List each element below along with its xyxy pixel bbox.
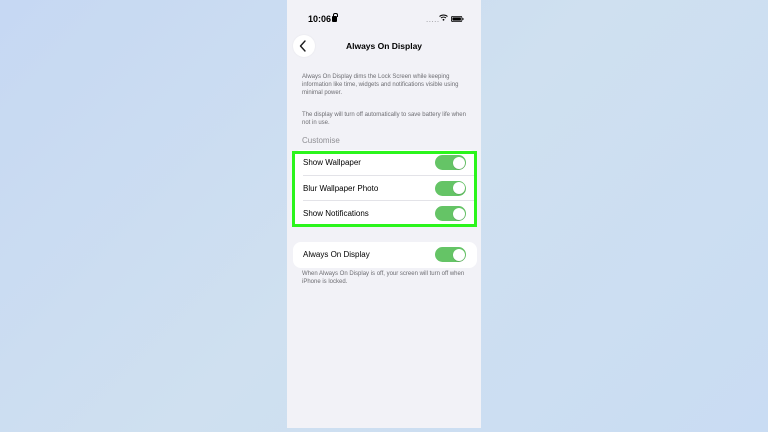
status-time: 10:06 <box>308 14 332 24</box>
setting-row-always-on-display: Always On Display <box>293 242 477 268</box>
description-text: The display will turn off automatically … <box>302 112 466 126</box>
setting-label: Blur Wallpaper Photo <box>303 183 379 193</box>
setting-label: Show Wallpaper <box>303 158 361 167</box>
page-title: Always On Display <box>345 41 423 51</box>
blur-wallpaper-photo-toggle[interactable] <box>435 180 466 196</box>
status-bar: 10:06 ..... <box>287 0 481 30</box>
section-header: Customise <box>302 136 340 145</box>
wifi-icon <box>439 14 448 21</box>
navigation-bar: Always On Display <box>287 33 481 59</box>
setting-label: Always On Display <box>303 250 370 259</box>
show-notifications-toggle[interactable] <box>435 206 466 221</box>
customise-settings-group: Show Wallpaper Blur Wallpaper Photo Show… <box>293 150 477 226</box>
signal-dots: ..... <box>426 15 440 24</box>
show-wallpaper-toggle[interactable] <box>435 155 466 170</box>
toggle-knob <box>452 156 465 169</box>
lock-icon <box>332 13 338 22</box>
phone-screen: 10:06 ..... Always On Display Always On … <box>287 0 481 428</box>
always-on-display-toggle[interactable] <box>435 247 466 262</box>
setting-row-show-wallpaper: Show Wallpaper <box>293 150 477 176</box>
toggle-knob <box>452 182 465 194</box>
setting-row-blur-wallpaper-photo: Blur Wallpaper Photo <box>293 176 477 201</box>
setting-row-show-notifications: Show Notifications <box>293 201 477 227</box>
always-on-display-group: Always On Display <box>293 242 477 268</box>
setting-label: Show Notifications <box>303 209 369 218</box>
description-text: Always On Display dims the Lock Screen w… <box>302 74 459 96</box>
battery-icon <box>451 16 464 22</box>
footer-note: When Always On Display is off, your scre… <box>302 271 465 285</box>
toggle-knob <box>452 248 465 261</box>
toggle-knob <box>452 207 465 220</box>
